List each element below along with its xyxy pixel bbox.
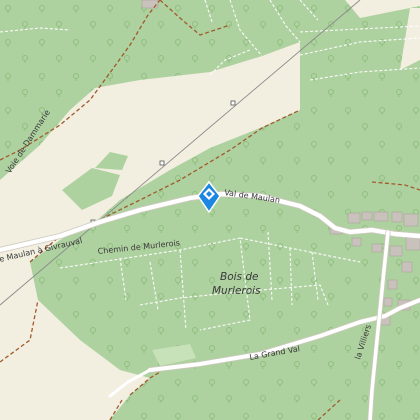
map-view[interactable]: Val de Maulan Chemin de Murlerois Bois d… (0, 0, 420, 420)
forest-label-murlerois: Murlerois (212, 285, 261, 297)
forest-label-bois-de: Bois de (220, 271, 258, 283)
